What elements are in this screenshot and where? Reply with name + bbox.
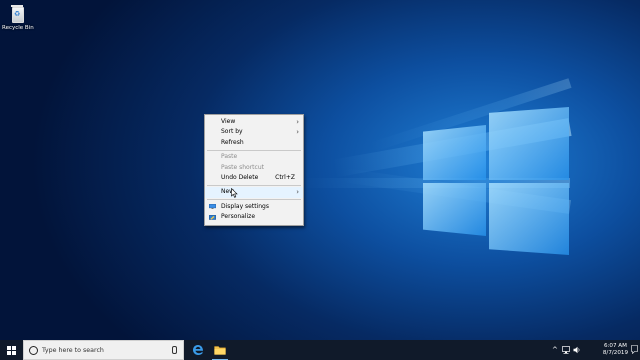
volume-icon[interactable] [573, 346, 581, 354]
logo-pane [489, 183, 569, 255]
recycle-bin[interactable]: ♻ Recycle Bin [2, 4, 34, 31]
recycle-bin-label: Recycle Bin [2, 25, 34, 31]
logo-pane [423, 183, 486, 236]
taskbar-file-explorer[interactable] [209, 340, 231, 360]
menu-item-label: Display settings [221, 202, 269, 210]
menu-item-label: Undo Delete [221, 173, 259, 181]
taskbar-edge[interactable] [187, 340, 209, 360]
menu-item-label: View [221, 118, 236, 125]
menu-item-view[interactable]: View › [205, 117, 303, 127]
menu-item-label: Paste [221, 153, 238, 161]
menu-separator [207, 199, 301, 201]
logo-pane [423, 125, 486, 180]
system-tray: ^ 6:07 AM 8/7/2019 [550, 340, 640, 360]
start-button[interactable] [0, 340, 23, 360]
chevron-right-icon: › [296, 118, 299, 126]
network-icon[interactable] [562, 346, 570, 354]
edge-icon [193, 345, 203, 355]
chevron-up-icon[interactable]: ^ [552, 340, 558, 360]
recycle-bin-icon: ♻ [9, 4, 25, 23]
menu-item-label: Sort by [221, 128, 243, 136]
desktop[interactable]: ♻ Recycle Bin View › Sort by › Refresh P… [0, 0, 640, 340]
menu-item-display-settings[interactable]: Display settings [205, 202, 303, 212]
microphone-icon[interactable] [172, 346, 177, 354]
chevron-right-icon: › [296, 128, 299, 137]
menu-item-label: Refresh [221, 138, 244, 146]
menu-item-label: Paste shortcut [221, 163, 264, 171]
cortana-icon [29, 346, 38, 355]
menu-item-paste: Paste [205, 152, 303, 162]
menu-item-shortcut: Ctrl+Z [275, 173, 295, 181]
windows-start-icon [7, 346, 16, 355]
menu-item-paste-shortcut: Paste shortcut [205, 163, 303, 173]
taskbar-search-box[interactable]: Type here to search [23, 340, 184, 360]
menu-item-new[interactable]: New › [205, 187, 303, 198]
chevron-right-icon: › [296, 188, 299, 197]
display-settings-icon [209, 204, 216, 210]
menu-separator [207, 184, 301, 186]
clock-date: 8/7/2019 [602, 350, 628, 356]
taskbar-clock[interactable]: 6:07 AM 8/7/2019 [603, 343, 628, 357]
menu-item-label: Personalize [221, 213, 256, 221]
menu-separator [207, 149, 301, 151]
personalize-icon [209, 214, 216, 220]
windows-logo-wallpaper [420, 103, 572, 259]
menu-item-sort-by[interactable]: Sort by › [205, 127, 303, 137]
notification-icon[interactable] [631, 345, 638, 354]
folder-icon [214, 346, 226, 355]
search-placeholder: Type here to search [42, 347, 104, 354]
taskbar: Type here to search ^ 6:07 AM 8/7/2019 [0, 340, 640, 360]
menu-item-refresh[interactable]: Refresh [205, 138, 303, 148]
logo-pane [489, 107, 569, 180]
menu-item-personalize[interactable]: Personalize [205, 212, 303, 222]
clock-time: 6:07 AM [603, 343, 627, 349]
menu-item-undo-delete[interactable]: Undo Delete Ctrl+Z [205, 173, 303, 183]
mouse-cursor-icon [231, 188, 238, 198]
desktop-context-menu: View › Sort by › Refresh Paste Paste sho… [204, 114, 304, 226]
